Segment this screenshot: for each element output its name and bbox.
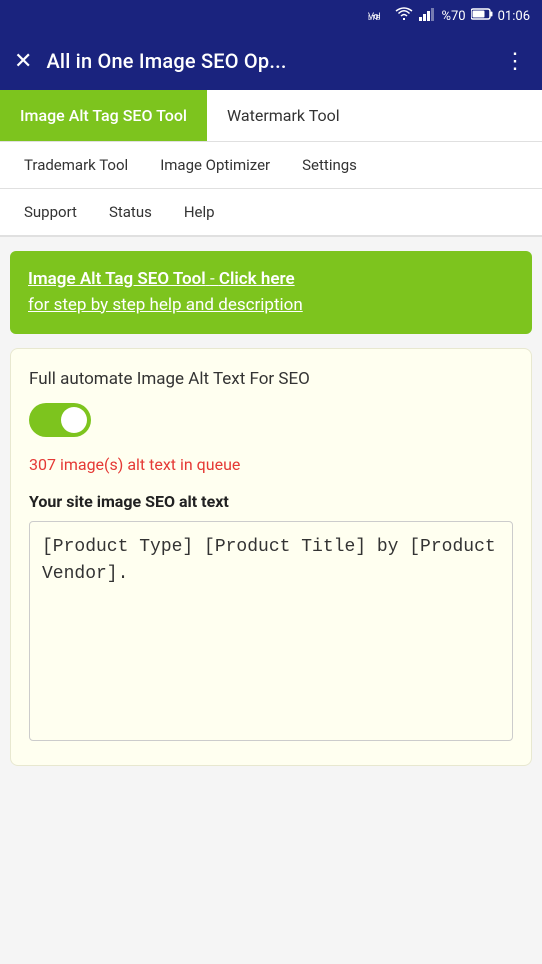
secondary-tab-bar: Trademark Tool Image Optimizer Settings xyxy=(0,142,542,189)
menu-button[interactable]: ⋮ xyxy=(504,49,528,74)
click-here-link[interactable]: Click here xyxy=(219,269,295,289)
tab-image-optimizer[interactable]: Image Optimizer xyxy=(144,142,286,188)
banner-description: for step by step help and description xyxy=(28,295,303,315)
primary-tab-bar: Image Alt Tag SEO Tool Watermark Tool xyxy=(0,90,542,142)
tab-status[interactable]: Status xyxy=(93,189,168,235)
seo-alt-label: Your site image SEO alt text xyxy=(29,492,513,511)
main-settings-card: Full automate Image Alt Text For SEO 307… xyxy=(10,348,532,766)
automate-toggle[interactable] xyxy=(29,403,91,437)
banner-separator: - xyxy=(210,269,219,289)
toggle-slider xyxy=(29,403,91,437)
app-title: All in One Image SEO Op... xyxy=(46,49,490,73)
tab-trademark-tool[interactable]: Trademark Tool xyxy=(8,142,144,188)
time-display: 01:06 xyxy=(498,9,530,24)
network-icon: Vol LTE xyxy=(368,6,390,26)
wifi-icon xyxy=(395,7,413,25)
app-bar: ✕ All in One Image SEO Op... ⋮ xyxy=(0,32,542,90)
status-bar: Vol LTE %70 xyxy=(0,0,542,32)
tertiary-tab-bar: Support Status Help xyxy=(0,189,542,237)
help-banner[interactable]: Image Alt Tag SEO Tool - Click here for … xyxy=(10,251,532,334)
battery-icon xyxy=(471,8,493,24)
tab-image-alt-tag-seo[interactable]: Image Alt Tag SEO Tool xyxy=(0,90,207,141)
automate-toggle-container xyxy=(29,403,513,437)
tab-watermark-tool[interactable]: Watermark Tool xyxy=(207,90,360,141)
tab-support[interactable]: Support xyxy=(8,189,93,235)
tab-help[interactable]: Help xyxy=(168,189,231,235)
alt-text-input[interactable] xyxy=(29,521,513,741)
status-icons: Vol LTE %70 xyxy=(368,6,530,26)
toggle-label: Full automate Image Alt Text For SEO xyxy=(29,369,513,389)
close-button[interactable]: ✕ xyxy=(14,49,32,74)
banner-tool-name: Image Alt Tag SEO Tool xyxy=(28,269,206,289)
signal-icon xyxy=(418,7,436,25)
svg-text:LTE: LTE xyxy=(368,15,381,22)
battery-text: %70 xyxy=(441,9,465,24)
tab-settings[interactable]: Settings xyxy=(286,142,373,188)
banner-text: Image Alt Tag SEO Tool - Click here for … xyxy=(28,269,303,315)
queue-status: 307 image(s) alt text in queue xyxy=(29,455,513,474)
